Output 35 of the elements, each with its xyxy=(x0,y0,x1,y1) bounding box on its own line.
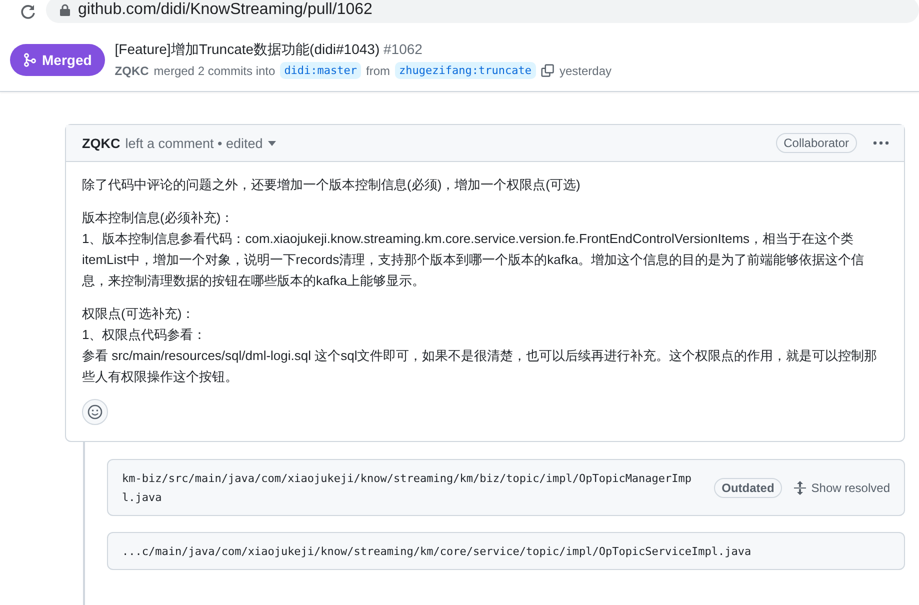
comment-meta: left a comment • edited xyxy=(125,136,263,150)
pr-number: #1062 xyxy=(384,41,422,57)
show-resolved-button[interactable]: Show resolved xyxy=(794,481,890,495)
file-thread-header[interactable]: ...c/main/java/com/xiaojukeji/know/streaming/km/core/service/topic/impl/OpTopicServiceImpl.java xyxy=(107,532,905,570)
comment-text: 1、权限点代码参看： xyxy=(82,326,208,344)
file-path: km-biz/src/main/java/com/xiaojukeji/know/streaming/km/biz/topic/impl/OpTopicManagerImpl.java xyxy=(122,471,693,506)
comment-text: 参看 src/main/resources/sql/dml-logi.sql 这个sql文件即可，如果不是很清楚，也可以后续再进行补充。这个权限点的作用，就是可以控制那些人有权限操作这个按钮。 xyxy=(82,347,878,386)
smiley-icon xyxy=(87,404,103,420)
emoji-reaction-button[interactable] xyxy=(82,399,108,425)
file-thread-header[interactable]: km-biz/src/main/java/com/xiaojukeji/know/streaming/km/biz/topic/impl/OpTopicManagerImpl.java Outdated Show resolved xyxy=(107,459,905,516)
role-badge: Collaborator xyxy=(776,133,857,153)
merge-text: merged 2 commits into xyxy=(154,64,276,78)
merge-icon xyxy=(23,53,37,67)
author-name[interactable]: ZQKC xyxy=(114,64,149,78)
comment-text: 除了代码中评论的问题之外，还要增加一个版本控制信息(必须)，增加一个权限点(可选) xyxy=(82,176,582,194)
unfold-icon xyxy=(794,481,806,495)
pr-title: [Feature]增加Truncate数据功能(didi#1043) xyxy=(114,41,380,57)
lock-icon xyxy=(60,4,70,16)
reload-icon[interactable] xyxy=(20,4,36,20)
comment-author[interactable]: ZQKC xyxy=(82,136,120,150)
comment-text: 权限点(可选补充)： xyxy=(82,305,196,323)
comment-text: 版本控制信息(必须补充)： xyxy=(82,209,235,227)
outdated-badge: Outdated xyxy=(714,478,782,498)
from-text: from xyxy=(366,64,390,78)
file-path: ...c/main/java/com/xiaojukeji/know/streaming/km/core/service/topic/impl/OpTopicServiceImpl.java xyxy=(122,544,752,560)
copy-icon[interactable] xyxy=(540,64,554,78)
branch-label[interactable]: zhugezifang:truncate xyxy=(395,62,536,79)
more-icon[interactable] xyxy=(872,140,890,146)
address-bar[interactable]: github.com/didi/KnowStreaming/pull/1062 xyxy=(46,0,919,23)
merged-status-badge: Merged xyxy=(10,44,105,76)
comment-text: 1、版本控制信息参看代码：com.xiaojukeji.know.streaming.km.core.service.version.fe.FrontEndControlVersionItems，相当于在这个类itemList中，增加一个对象，说明一下records清理，支持那个版本到哪一个版本的kafka。增加这个信息的目的是为了前端能够依据这个信息，来控制清理数据的按钮在哪些版本的kafka上能够显示。 xyxy=(82,230,866,290)
timestamp: yesterday xyxy=(560,64,612,78)
branch-label[interactable]: didi:master xyxy=(280,62,362,79)
url-text: github.com/didi/KnowStreaming/pull/1062 xyxy=(78,1,372,19)
caret-icon[interactable] xyxy=(268,140,276,146)
